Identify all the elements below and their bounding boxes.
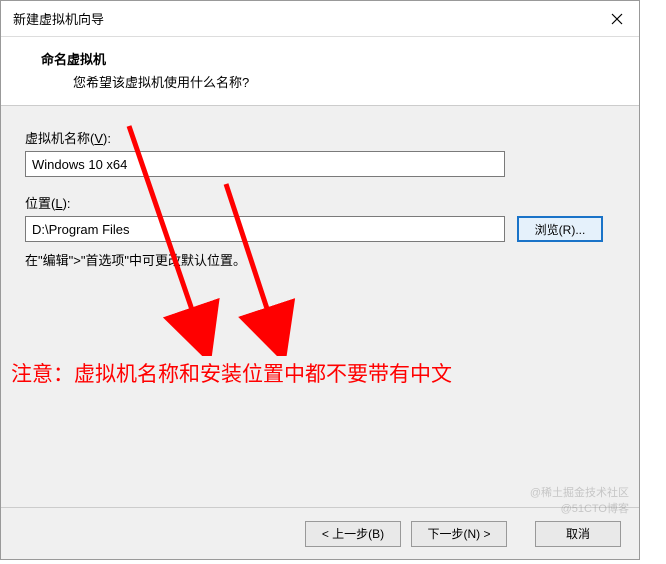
cancel-button[interactable]: 取消 — [535, 521, 621, 547]
location-label: 位置(L): — [25, 193, 615, 212]
watermark: @稀土掘金技术社区 @51CTO博客 — [530, 486, 629, 517]
location-input[interactable] — [25, 216, 505, 242]
default-location-hint: 在"编辑">"首选项"中可更改默认位置。 — [25, 250, 615, 269]
warning-annotation: 注意：虚拟机名称和安装位置中都不要带有中文 — [11, 358, 452, 388]
browse-button[interactable]: 浏览(R)... — [517, 216, 603, 242]
titlebar: 新建虚拟机向导 — [1, 1, 639, 37]
window-title: 新建虚拟机向导 — [13, 9, 104, 28]
page-subheading: 您希望该虚拟机使用什么名称? — [73, 72, 615, 91]
location-row: 浏览(R)... — [25, 216, 615, 242]
vm-name-row — [25, 151, 615, 177]
wizard-content: 虚拟机名称(V): 位置(L): 浏览(R)... 在"编辑">"首选项"中可更… — [1, 106, 639, 526]
back-button[interactable]: < 上一步(B) — [305, 521, 401, 547]
vm-name-label: 虚拟机名称(V): — [25, 128, 615, 147]
next-button[interactable]: 下一步(N) > — [411, 521, 507, 547]
wizard-header: 命名虚拟机 您希望该虚拟机使用什么名称? — [1, 37, 639, 106]
vm-name-input[interactable] — [25, 151, 505, 177]
page-heading: 命名虚拟机 — [41, 49, 615, 68]
wizard-window: 新建虚拟机向导 命名虚拟机 您希望该虚拟机使用什么名称? 虚拟机名称(V): 位… — [0, 0, 640, 560]
close-icon[interactable] — [595, 1, 639, 36]
